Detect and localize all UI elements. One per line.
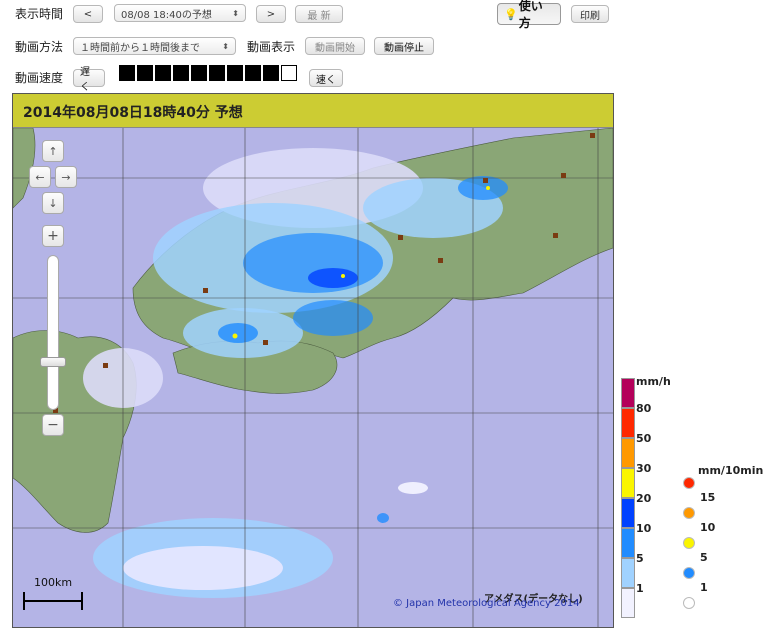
speed-step [173, 65, 189, 81]
pan-down-button[interactable]: ↓ [42, 192, 64, 214]
select-arrows-icon: ⬍ [232, 8, 239, 18]
animation-start-button[interactable]: 動画開始 [305, 37, 365, 55]
zoom-in-button[interactable]: + [42, 225, 64, 247]
pan-left-button[interactable]: ← [29, 166, 51, 188]
map-header: 2014年08月08日18時40分 予想 [13, 94, 613, 128]
pan-up-button[interactable]: ↑ [42, 140, 64, 162]
speed-step [137, 65, 153, 81]
speed-step [227, 65, 243, 81]
animation-method-value: １時間前から１時間後まで [80, 42, 200, 54]
legend-unit: mm/h [636, 375, 671, 388]
print-button[interactable]: 印刷 [571, 5, 609, 23]
pan-right-button[interactable]: → [55, 166, 77, 188]
animation-method-select[interactable]: １時間前から１時間後まで ⬍ [73, 37, 236, 55]
animation-stop-button[interactable]: 動画停止 [374, 37, 434, 55]
speed-step [281, 65, 297, 81]
amedas-dot [683, 507, 695, 519]
legend-label: 20 [636, 492, 652, 505]
speed-step [263, 65, 279, 81]
amedas-dot [683, 537, 695, 549]
legend-swatch [621, 468, 635, 498]
next-time-button[interactable]: > [256, 5, 286, 23]
animation-speed-label: 動画速度 [15, 71, 64, 85]
zoom-out-button[interactable]: − [42, 414, 64, 436]
zoom-slider-thumb[interactable] [40, 357, 66, 367]
amedas-dot [683, 567, 695, 579]
speed-step [191, 65, 207, 81]
amedas-dot [683, 597, 695, 609]
legend-label: 5 [636, 552, 644, 565]
legend-swatch [621, 528, 635, 558]
amedas-label: 5 [700, 551, 708, 564]
animation-display-label: 動画表示 [247, 40, 296, 54]
lightbulb-icon: 💡 [504, 7, 518, 21]
speed-indicator [119, 65, 299, 81]
slower-button[interactable]: 遅く [73, 67, 105, 93]
time-select-value: 08/08 18:40の予想 [121, 9, 212, 21]
radar-map[interactable]: 2014年08月08日18時40分 予想 [12, 93, 614, 628]
time-select[interactable]: 08/08 18:40の予想 ⬍ [114, 4, 246, 22]
legend-label: 50 [636, 432, 652, 445]
legend-label: 1 [636, 582, 644, 595]
legend-label: 10 [636, 522, 652, 535]
amedas-dot [683, 477, 695, 489]
amedas-label: 1 [700, 581, 708, 594]
speed-step [209, 65, 225, 81]
display-time-row: 表示時間 [15, 5, 63, 22]
help-button-label: 使い方 [518, 0, 543, 30]
map-title: 2014年08月08日18時40分 予想 [23, 105, 243, 121]
prev-time-button[interactable]: < [73, 5, 103, 23]
legend-swatch [621, 408, 635, 438]
copyright: © Japan Meteorological Agency 2014 [393, 598, 580, 609]
legend-swatch [621, 558, 635, 588]
legend-swatch [621, 378, 635, 408]
latest-button[interactable]: 最 新 [295, 5, 343, 23]
help-button[interactable]: 💡 使い方 [497, 0, 561, 30]
legend-label: 30 [636, 462, 652, 475]
select-arrows-icon: ⬍ [222, 41, 229, 51]
speed-step [245, 65, 261, 81]
map-canvas [13, 128, 613, 627]
display-time-label: 表示時間 [15, 7, 64, 21]
amedas-label: 15 [700, 491, 716, 504]
amedas-label: 10 [700, 521, 716, 534]
legend-swatch [621, 498, 635, 528]
speed-step [155, 65, 171, 81]
faster-button[interactable]: 速く [309, 69, 343, 87]
legend-swatch [621, 438, 635, 468]
animation-method-label: 動画方法 [15, 40, 64, 54]
legend-label: 80 [636, 402, 652, 415]
legend-swatch [621, 588, 635, 618]
speed-step [119, 65, 135, 81]
amedas-legend-unit: mm/10min [698, 464, 764, 477]
zoom-slider-track[interactable] [47, 255, 59, 410]
scale-line [23, 592, 83, 610]
